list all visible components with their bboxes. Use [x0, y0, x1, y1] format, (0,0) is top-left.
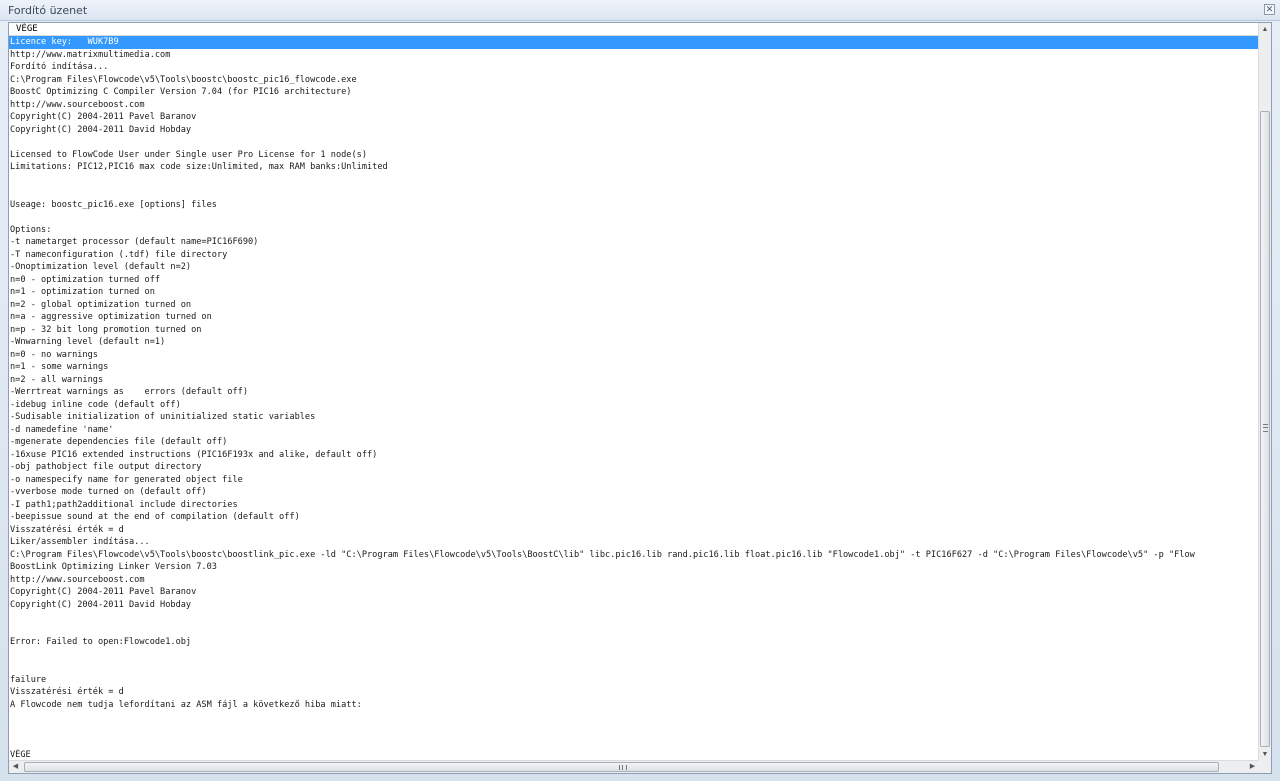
console-line[interactable]: -I path1;path2additional include directo…	[9, 499, 1259, 512]
console-line[interactable]: Copyright(C) 2004-2011 Pavel Baranov	[9, 111, 1259, 124]
console-line[interactable]: -beepissue sound at the end of compilati…	[9, 511, 1259, 524]
scrollbar-corner	[1258, 760, 1271, 773]
console-line[interactable]: http://www.sourceboost.com	[9, 99, 1259, 112]
console-line[interactable]	[9, 624, 1259, 637]
console-line[interactable]: BoostC Optimizing C Compiler Version 7.0…	[9, 86, 1259, 99]
compiler-message-window: Fordító üzenet ✕ VÉGE Licence key: WUK7B…	[0, 0, 1280, 781]
console-line[interactable]	[9, 736, 1259, 749]
console-line[interactable]: Copyright(C) 2004-2011 Pavel Baranov	[9, 586, 1259, 599]
console-line[interactable]: -Werrtreat warnings as errors (default o…	[9, 386, 1259, 399]
horizontal-scrollbar[interactable]: ◀ ▶	[9, 760, 1259, 773]
console-line[interactable]: http://www.sourceboost.com	[9, 574, 1259, 587]
window-title: Fordító üzenet	[8, 4, 88, 17]
console-line[interactable]: -obj pathobject file output directory	[9, 461, 1259, 474]
console-line[interactable]: BoostLink Optimizing Linker Version 7.03	[9, 561, 1259, 574]
console-line[interactable]: -vverbose mode turned on (default off)	[9, 486, 1259, 499]
grip-icon	[619, 765, 627, 770]
console-line[interactable]: Licensed to FlowCode User under Single u…	[9, 149, 1259, 162]
console-line[interactable]: n=2 - global optimization turned on	[9, 299, 1259, 312]
console-line[interactable]: Fordító indítása...	[9, 61, 1259, 74]
console-line[interactable]: Visszatérési érték = d	[9, 524, 1259, 537]
console-line[interactable]	[9, 724, 1259, 737]
console-header-row[interactable]: VÉGE	[9, 23, 1259, 36]
console-line[interactable]: n=1 - optimization turned on	[9, 286, 1259, 299]
title-bar[interactable]: Fordító üzenet ✕	[0, 0, 1280, 21]
console-line[interactable]: Licence key: WUK7B9	[9, 36, 1259, 49]
console-line[interactable]: -16xuse PIC16 extended instructions (PIC…	[9, 449, 1259, 462]
console-line[interactable]: Error: Failed to open:Flowcode1.obj	[9, 636, 1259, 649]
close-button[interactable]: ✕	[1264, 4, 1275, 15]
console-line[interactable]: Options:	[9, 224, 1259, 237]
console-line[interactable]: n=p - 32 bit long promotion turned on	[9, 324, 1259, 337]
console-lines[interactable]: Licence key: WUK7B9 http://www.matrixmult…	[9, 36, 1259, 761]
console-line[interactable]	[9, 174, 1259, 187]
console-line[interactable]	[9, 136, 1259, 149]
vertical-scroll-thumb[interactable]	[1260, 111, 1270, 747]
vertical-scrollbar[interactable]: ▲ ▼	[1258, 23, 1271, 761]
console-line[interactable]: failure	[9, 674, 1259, 687]
console-line[interactable]: n=2 - all warnings	[9, 374, 1259, 387]
console-line[interactable]: Copyright(C) 2004-2011 David Hobday	[9, 599, 1259, 612]
console-line[interactable]: Useage: boostc_pic16.exe [options] files	[9, 199, 1259, 212]
console-line[interactable]: -T nameconfiguration (.tdf) file directo…	[9, 249, 1259, 262]
console-line[interactable]: http://www.matrixmultimedia.com	[9, 49, 1259, 62]
console-line[interactable]: n=0 - optimization turned off	[9, 274, 1259, 287]
console-line[interactable]	[9, 711, 1259, 724]
console-line[interactable]: n=0 - no warnings	[9, 349, 1259, 362]
console-line[interactable]: -idebug inline code (default off)	[9, 399, 1259, 412]
console-line[interactable]: Limitations: PIC12,PIC16 max code size:U…	[9, 161, 1259, 174]
output-console[interactable]: VÉGE Licence key: WUK7B9 http://www.matri…	[8, 22, 1272, 774]
console-line[interactable]: -d namedefine 'name'	[9, 424, 1259, 437]
console-line[interactable]: n=1 - some warnings	[9, 361, 1259, 374]
console-line[interactable]: -Onoptimization level (default n=2)	[9, 261, 1259, 274]
console-line[interactable]: -mgenerate dependencies file (default of…	[9, 436, 1259, 449]
console-line[interactable]: n=a - aggressive optimization turned on	[9, 311, 1259, 324]
console-line[interactable]	[9, 211, 1259, 224]
console-line[interactable]: Visszatérési érték = d	[9, 686, 1259, 699]
console-line[interactable]: -t nametarget processor (default name=PI…	[9, 236, 1259, 249]
console-line[interactable]: C:\Program Files\Flowcode\v5\Tools\boost…	[9, 549, 1259, 562]
horizontal-scroll-thumb[interactable]	[24, 762, 1219, 772]
console-line[interactable]	[9, 649, 1259, 662]
grip-icon	[1263, 424, 1268, 432]
console-line[interactable]: C:\Program Files\Flowcode\v5\Tools\boost…	[9, 74, 1259, 87]
scroll-up-icon[interactable]: ▲	[1259, 23, 1271, 36]
console-line[interactable]	[9, 611, 1259, 624]
console-line[interactable]: -Wnwarning level (default n=1)	[9, 336, 1259, 349]
console-line[interactable]	[9, 661, 1259, 674]
scroll-left-icon[interactable]: ◀	[9, 761, 22, 773]
console-line[interactable]: A Flowcode nem tudja lefordítani az ASM …	[9, 699, 1259, 712]
console-line[interactable]	[9, 186, 1259, 199]
console-line[interactable]: Copyright(C) 2004-2011 David Hobday	[9, 124, 1259, 137]
console-line[interactable]: -Sudisable initialization of uninitializ…	[9, 411, 1259, 424]
console-line[interactable]: -o namespecify name for generated object…	[9, 474, 1259, 487]
console-line[interactable]: Liker/assembler indítása...	[9, 536, 1259, 549]
